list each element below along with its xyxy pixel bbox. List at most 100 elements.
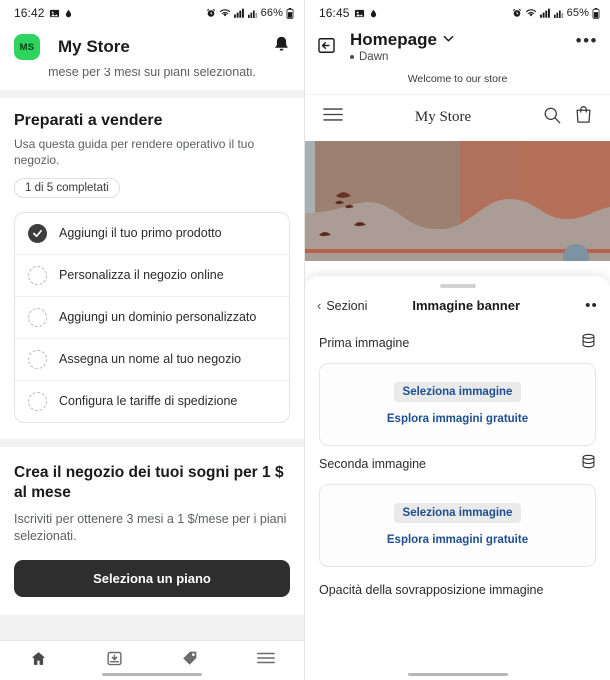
select-image-button[interactable]: Seleziona immagine: [393, 382, 522, 402]
image-icon: [49, 8, 60, 19]
signal-icon: [233, 8, 245, 18]
droplet-icon: [369, 8, 378, 19]
editor-header-titles: Homepage Dawn: [350, 30, 454, 63]
clipped-promo-text: mese per 3 mesi sui piani selezionati.: [48, 68, 256, 79]
search-icon[interactable]: [543, 106, 561, 129]
editor-page-title: Homepage: [350, 30, 437, 49]
second-image-label-row: Seconda immagine: [319, 446, 596, 484]
status-bar-right-group: 65%: [512, 7, 600, 19]
alarm-icon: [512, 8, 522, 18]
status-badge: 1 di 5 completati: [14, 177, 120, 198]
notification-bell-icon[interactable]: [273, 35, 290, 59]
app-header: MS My Store: [0, 26, 304, 68]
battery-icon: [592, 7, 600, 19]
sheet-title: Immagine banner: [412, 298, 521, 313]
banner-illustration: [305, 141, 610, 261]
avatar[interactable]: MS: [14, 34, 40, 60]
list-item[interactable]: Aggiungi un dominio personalizzato: [15, 297, 289, 339]
menu-hamburger-icon[interactable]: [323, 107, 343, 127]
left-scroll-area[interactable]: mese per 3 mesi sui piani selezionati. P…: [0, 68, 304, 640]
list-item[interactable]: Configura le tariffe di spedizione: [15, 381, 289, 422]
status-time: 16:42: [14, 6, 45, 20]
status-bar-left-group: 16:45: [319, 6, 378, 20]
more-options-button[interactable]: •••: [576, 32, 598, 49]
wifi-icon: [525, 8, 537, 18]
sheet-header: ‹ Sezioni Immagine banner ••: [305, 288, 610, 325]
announcement-bar: Welcome to our store: [305, 63, 610, 94]
nav-home[interactable]: [0, 650, 76, 672]
promo-card: Crea il negozio dei tuoi sogni per 1 $ a…: [0, 446, 304, 615]
left-phone-panel: 16:42 66% MS My Store mese per 3 mesi su…: [0, 0, 305, 680]
list-item-label: Personalizza il negozio online: [59, 268, 224, 283]
clipped-promo-card: mese per 3 mesi sui piani selezionati.: [0, 68, 304, 90]
list-item[interactable]: Assegna un nome al tuo negozio: [15, 339, 289, 381]
second-image-picker[interactable]: Seleziona immagine Esplora immagini grat…: [319, 484, 596, 567]
dynamic-source-icon[interactable]: [581, 333, 596, 353]
orders-inbox-icon: [106, 650, 123, 672]
first-image-label: Prima immagine: [319, 336, 410, 350]
promo-title: Crea il negozio dei tuoi sogni per 1 $ a…: [14, 463, 284, 501]
nav-orders[interactable]: [76, 650, 152, 672]
chevron-left-icon: ‹: [317, 298, 322, 313]
setup-guide-title: Preparati a vendere: [14, 111, 163, 129]
exit-icon[interactable]: [317, 36, 336, 60]
dynamic-source-icon[interactable]: [581, 454, 596, 474]
theme-name-row: Dawn: [350, 51, 454, 63]
store-name: My Store: [414, 108, 472, 125]
setup-guide-card: Preparati a vendere Usa questa guida per…: [0, 97, 304, 439]
nav-menu[interactable]: [228, 651, 304, 670]
status-bar-right-group: 66%: [206, 7, 294, 19]
menu-hamburger-icon: [257, 651, 275, 670]
battery-percent: 66%: [260, 7, 283, 19]
first-image-picker[interactable]: Seleziona immagine Esplora immagini grat…: [319, 363, 596, 446]
signal-icon: [539, 8, 551, 18]
sheet-more-button[interactable]: ••: [585, 298, 598, 313]
overlay-opacity-label: Opacità della sovrapposizione immagine: [319, 583, 544, 597]
home-indicator-left: [102, 672, 202, 676]
check-circle-icon: [28, 223, 47, 243]
droplet-icon: [64, 8, 73, 19]
dashed-circle-icon: [28, 307, 47, 327]
second-image-label: Seconda immagine: [319, 457, 427, 471]
alarm-icon: [206, 8, 216, 18]
bullet-dot-icon: [350, 55, 354, 59]
list-item[interactable]: Personalizza il negozio online: [15, 255, 289, 297]
page-title: My Store: [58, 37, 130, 56]
nav-products[interactable]: [152, 649, 228, 672]
first-image-field: Prima immagine Seleziona immagine Esplor…: [305, 325, 610, 446]
setup-guide-subtitle: Usa questa guida per rendere operativo i…: [14, 136, 255, 167]
cart-icon[interactable]: [575, 105, 592, 129]
select-plan-button[interactable]: Seleziona un piano: [14, 559, 290, 597]
signal-icon-2: [247, 8, 258, 18]
select-image-button[interactable]: Seleziona immagine: [393, 503, 522, 523]
status-time: 16:45: [319, 6, 350, 20]
home-icon: [30, 650, 47, 672]
right-phone-panel: 16:45 65% Homepage Dawn ••• Welcome to o…: [305, 0, 610, 680]
home-indicator-right: [407, 672, 508, 676]
explore-free-images-link[interactable]: Esplora immagini gratuite: [320, 413, 595, 425]
status-bar-right: 16:45 65%: [305, 0, 610, 26]
wifi-icon: [219, 8, 231, 18]
signal-icon-2: [553, 8, 564, 18]
dashed-circle-icon: [28, 391, 47, 411]
editor-header: Homepage Dawn •••: [305, 26, 610, 63]
list-item-label: Assegna un nome al tuo negozio: [59, 352, 242, 367]
page-selector[interactable]: Homepage: [350, 30, 454, 50]
store-header-icons: [543, 105, 592, 129]
battery-icon: [286, 7, 294, 19]
bottom-sheet-panel: ‹ Sezioni Immagine banner •• Prima immag…: [305, 276, 610, 680]
dashed-circle-icon: [28, 265, 47, 285]
image-icon: [354, 8, 365, 19]
chevron-down-icon: [443, 31, 454, 49]
list-item-label: Configura le tariffe di spedizione: [59, 394, 238, 409]
products-tag-icon: [181, 649, 199, 672]
list-item[interactable]: Aggiungi il tuo primo prodotto: [15, 213, 289, 255]
second-image-field: Seconda immagine Seleziona immagine Espl…: [305, 446, 610, 567]
setup-checklist: Aggiungi il tuo primo prodotto Personali…: [14, 211, 290, 423]
theme-name: Dawn: [359, 51, 389, 63]
dashed-circle-icon: [28, 349, 47, 369]
first-image-label-row: Prima immagine: [319, 325, 596, 363]
banner-image-preview[interactable]: [305, 141, 610, 261]
list-item-label: Aggiungi il tuo primo prodotto: [59, 226, 222, 241]
explore-free-images-link[interactable]: Esplora immagini gratuite: [320, 534, 595, 546]
